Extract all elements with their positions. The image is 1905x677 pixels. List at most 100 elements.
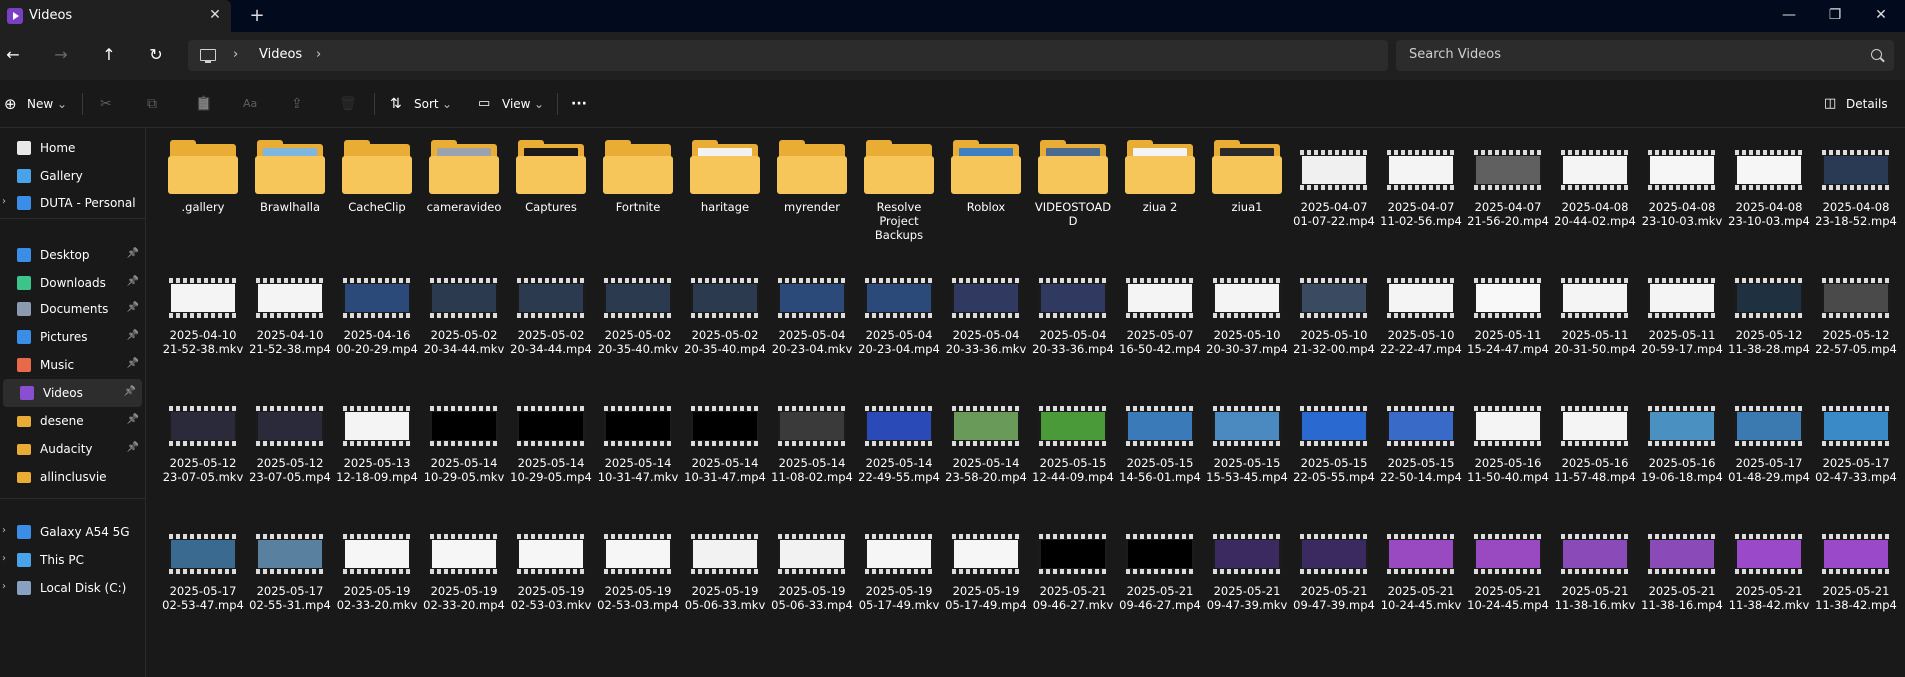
video-file-item[interactable]: 2025-05-19 02-53-03.mkv bbox=[509, 520, 593, 645]
chevron-right-icon[interactable]: › bbox=[2, 196, 6, 207]
breadcrumb-videos[interactable]: Videos bbox=[259, 47, 302, 62]
video-file-item[interactable]: 2025-05-21 09-47-39.mkv bbox=[1205, 520, 1289, 645]
video-file-item[interactable]: 2025-05-04 20-33-36.mp4 bbox=[1031, 264, 1115, 389]
video-file-item[interactable]: 2025-05-10 22-22-47.mp4 bbox=[1379, 264, 1463, 389]
close-window-button[interactable]: ✕ bbox=[1858, 0, 1904, 30]
folder-item[interactable]: Captures bbox=[509, 136, 593, 261]
video-file-item[interactable]: 2025-05-13 12-18-09.mp4 bbox=[335, 392, 419, 517]
folder-item[interactable]: Roblox bbox=[944, 136, 1028, 261]
folder-item[interactable]: ziua1 bbox=[1205, 136, 1289, 261]
video-file-item[interactable]: 2025-05-16 11-57-48.mp4 bbox=[1553, 392, 1637, 517]
video-file-item[interactable]: 2025-05-15 12-44-09.mp4 bbox=[1031, 392, 1115, 517]
video-file-item[interactable]: 2025-05-11 20-31-50.mp4 bbox=[1553, 264, 1637, 389]
video-file-item[interactable]: 2025-05-11 20-59-17.mp4 bbox=[1640, 264, 1724, 389]
delete-button[interactable]: 🗑 bbox=[339, 92, 357, 116]
video-file-item[interactable]: 2025-05-19 05-17-49.mp4 bbox=[944, 520, 1028, 645]
video-file-item[interactable]: 2025-05-04 20-33-36.mkv bbox=[944, 264, 1028, 389]
cut-button[interactable]: ✂ bbox=[100, 92, 112, 116]
video-file-item[interactable]: 2025-05-12 23-07-05.mp4 bbox=[248, 392, 332, 517]
video-file-item[interactable]: 2025-05-14 23-58-20.mp4 bbox=[944, 392, 1028, 517]
sidebar-item-this-pc[interactable]: › This PC bbox=[0, 546, 145, 574]
video-file-item[interactable]: 2025-05-07 16-50-42.mp4 bbox=[1118, 264, 1202, 389]
search-box[interactable]: Search Videos bbox=[1396, 40, 1894, 71]
tab-videos[interactable]: Videos ✕ bbox=[0, 0, 231, 32]
folder-item[interactable]: CacheClip bbox=[335, 136, 419, 261]
folder-item[interactable]: VIDEOSTOADD bbox=[1031, 136, 1115, 261]
folder-item[interactable]: Brawlhalla bbox=[248, 136, 332, 261]
sidebar-item-videos[interactable]: Videos 📌 bbox=[3, 379, 142, 407]
video-file-item[interactable]: 2025-05-10 20-30-37.mp4 bbox=[1205, 264, 1289, 389]
video-file-item[interactable]: 2025-05-14 10-31-47.mkv bbox=[596, 392, 680, 517]
close-tab-button[interactable]: ✕ bbox=[205, 4, 225, 26]
folder-item[interactable]: haritage bbox=[683, 136, 767, 261]
folder-item[interactable]: ziua 2 bbox=[1118, 136, 1202, 261]
video-file-item[interactable]: 2025-05-21 11-38-16.mp4 bbox=[1640, 520, 1724, 645]
sort-button[interactable]: Sort bbox=[414, 92, 439, 116]
video-file-item[interactable]: 2025-05-02 20-34-44.mp4 bbox=[509, 264, 593, 389]
video-file-item[interactable]: 2025-05-15 22-50-14.mp4 bbox=[1379, 392, 1463, 517]
video-file-item[interactable]: 2025-05-12 22-57-05.mp4 bbox=[1814, 264, 1898, 389]
video-file-item[interactable]: 2025-04-08 23-18-52.mp4 bbox=[1814, 136, 1898, 261]
video-file-item[interactable]: 2025-05-19 02-53-03.mp4 bbox=[596, 520, 680, 645]
video-file-item[interactable]: 2025-05-14 10-29-05.mkv bbox=[422, 392, 506, 517]
chevron-right-icon[interactable]: › bbox=[2, 581, 6, 592]
video-file-item[interactable]: 2025-05-15 14-56-01.mp4 bbox=[1118, 392, 1202, 517]
view-button[interactable]: View bbox=[502, 92, 530, 116]
video-file-item[interactable]: 2025-04-07 01-07-22.mp4 bbox=[1292, 136, 1376, 261]
video-file-item[interactable]: 2025-05-14 22-49-55.mp4 bbox=[857, 392, 941, 517]
video-file-item[interactable]: 2025-05-21 10-24-45.mp4 bbox=[1466, 520, 1550, 645]
video-file-item[interactable]: 2025-05-10 21-32-00.mp4 bbox=[1292, 264, 1376, 389]
video-file-item[interactable]: 2025-05-12 23-07-05.mkv bbox=[161, 392, 245, 517]
video-file-item[interactable]: 2025-05-19 02-33-20.mp4 bbox=[422, 520, 506, 645]
video-file-item[interactable]: 2025-05-21 09-46-27.mkv bbox=[1031, 520, 1115, 645]
folder-item[interactable]: cameravideo bbox=[422, 136, 506, 261]
maximize-button[interactable]: ❐ bbox=[1812, 0, 1858, 30]
sidebar-item-audacity[interactable]: Audacity 📌 bbox=[0, 435, 145, 463]
minimize-button[interactable]: — bbox=[1766, 0, 1812, 30]
rename-button[interactable]: Aa bbox=[243, 92, 257, 116]
video-file-item[interactable]: 2025-05-04 20-23-04.mp4 bbox=[857, 264, 941, 389]
video-file-item[interactable]: 2025-05-02 20-34-44.mkv bbox=[422, 264, 506, 389]
video-file-item[interactable]: 2025-05-21 09-46-27.mp4 bbox=[1118, 520, 1202, 645]
breadcrumb-separator[interactable]: › bbox=[316, 47, 321, 62]
video-file-item[interactable]: 2025-04-07 11-02-56.mp4 bbox=[1379, 136, 1463, 261]
more-options-button[interactable]: ··· bbox=[571, 92, 587, 116]
sidebar-item-duta-personal[interactable]: › DUTA - Personal bbox=[0, 189, 145, 217]
sidebar-item-galaxy-a54-5g[interactable]: › Galaxy A54 5G bbox=[0, 518, 145, 546]
video-file-item[interactable]: 2025-05-19 02-33-20.mkv bbox=[335, 520, 419, 645]
back-button[interactable]: ← bbox=[0, 42, 26, 68]
address-field[interactable]: › Videos › bbox=[188, 40, 1388, 71]
video-file-item[interactable]: 2025-05-21 11-38-42.mkv bbox=[1727, 520, 1811, 645]
search-input[interactable]: Search Videos bbox=[1409, 47, 1501, 62]
video-file-item[interactable]: 2025-05-11 15-24-47.mp4 bbox=[1466, 264, 1550, 389]
folder-item[interactable]: Resolve Project Backups bbox=[857, 136, 941, 261]
details-button[interactable]: Details bbox=[1846, 92, 1888, 116]
new-button[interactable]: New bbox=[27, 92, 53, 116]
up-button[interactable]: ↑ bbox=[96, 42, 122, 68]
video-file-item[interactable]: 2025-05-19 05-06-33.mp4 bbox=[770, 520, 854, 645]
video-file-item[interactable]: 2025-05-19 05-17-49.mkv bbox=[857, 520, 941, 645]
copy-button[interactable]: ⧉ bbox=[147, 92, 157, 116]
refresh-button[interactable]: ↻ bbox=[143, 42, 169, 68]
folder-item[interactable]: myrender bbox=[770, 136, 854, 261]
video-file-item[interactable]: 2025-05-17 02-55-31.mp4 bbox=[248, 520, 332, 645]
sidebar-item-downloads[interactable]: Downloads 📌 bbox=[0, 269, 145, 297]
folder-item[interactable]: .gallery bbox=[161, 136, 245, 261]
video-file-item[interactable]: 2025-05-02 20-35-40.mkv bbox=[596, 264, 680, 389]
video-file-item[interactable]: 2025-05-16 11-50-40.mp4 bbox=[1466, 392, 1550, 517]
video-file-item[interactable]: 2025-05-17 02-53-47.mp4 bbox=[161, 520, 245, 645]
paste-button[interactable]: 📋 bbox=[195, 92, 212, 116]
share-button[interactable]: ⇪ bbox=[291, 92, 303, 116]
sidebar-item-pictures[interactable]: Pictures 📌 bbox=[0, 323, 145, 351]
video-file-item[interactable]: 2025-05-17 01-48-29.mp4 bbox=[1727, 392, 1811, 517]
sidebar-item-home[interactable]: Home bbox=[0, 134, 145, 162]
video-file-item[interactable]: 2025-05-17 02-47-33.mp4 bbox=[1814, 392, 1898, 517]
sidebar-item-local-disk-c[interactable]: › Local Disk (C:) bbox=[0, 574, 145, 602]
video-file-item[interactable]: 2025-05-14 10-31-47.mp4 bbox=[683, 392, 767, 517]
new-tab-button[interactable]: + bbox=[246, 4, 268, 28]
sidebar-item-desene[interactable]: desene 📌 bbox=[0, 407, 145, 435]
video-file-item[interactable]: 2025-05-19 05-06-33.mkv bbox=[683, 520, 767, 645]
sidebar-item-music[interactable]: Music 📌 bbox=[0, 351, 145, 379]
video-file-item[interactable]: 2025-05-04 20-23-04.mkv bbox=[770, 264, 854, 389]
chevron-right-icon[interactable]: › bbox=[2, 553, 6, 564]
